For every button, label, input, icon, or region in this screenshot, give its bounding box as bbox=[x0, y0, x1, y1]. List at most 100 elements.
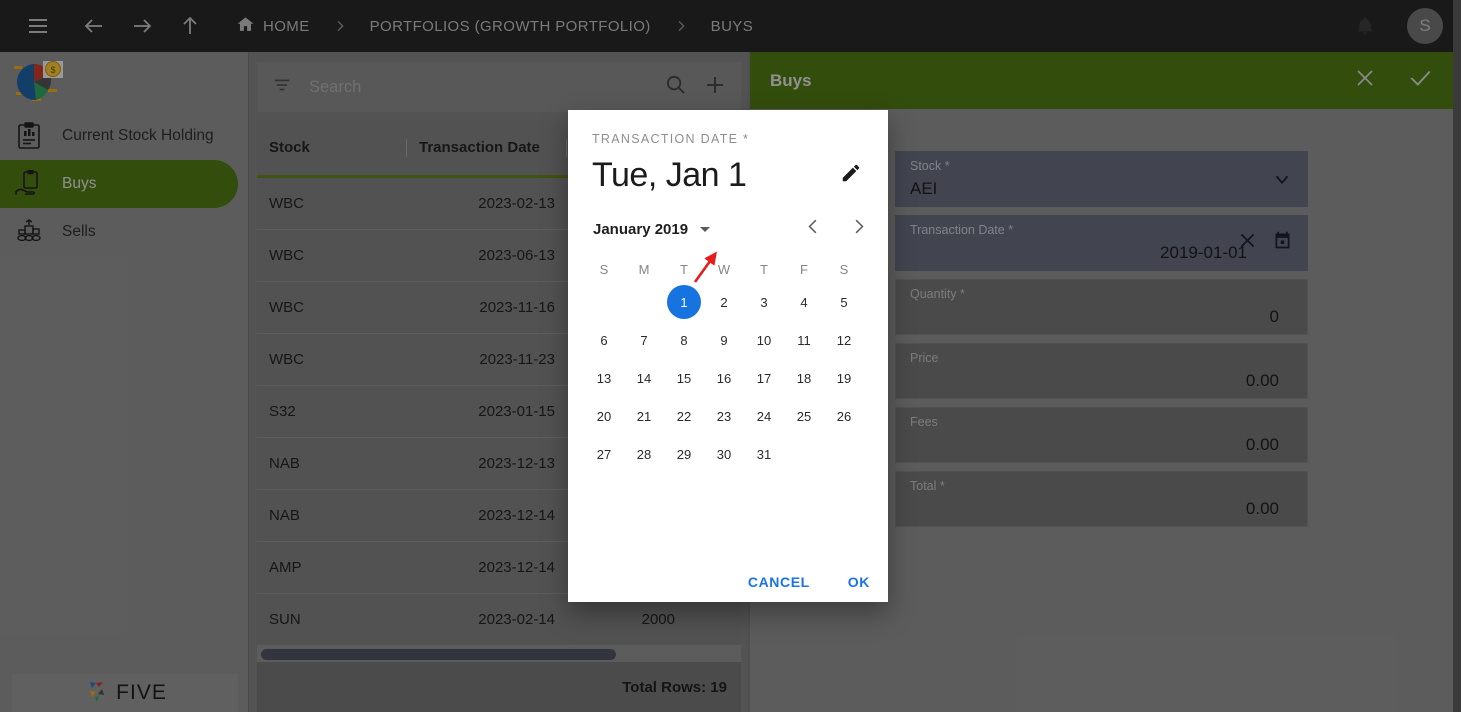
calendar-week-row: 6 7 8 9 10 11 12 bbox=[584, 321, 872, 359]
date-picker-header: TRANSACTION DATE * Tue, Jan 1 bbox=[568, 110, 888, 195]
date-picker-date-row: Tue, Jan 1 bbox=[592, 156, 866, 195]
ok-button[interactable]: OK bbox=[848, 574, 870, 590]
calendar-day[interactable]: 19 bbox=[824, 359, 864, 397]
pencil-icon[interactable] bbox=[840, 162, 862, 189]
calendar-day[interactable]: 6 bbox=[584, 321, 624, 359]
calendar-day[interactable]: 3 bbox=[744, 283, 784, 321]
day-number: 19 bbox=[836, 370, 852, 386]
calendar-week-row: 13 14 15 16 17 18 19 bbox=[584, 359, 872, 397]
calendar-day bbox=[784, 435, 824, 473]
calendar-day[interactable]: 24 bbox=[744, 397, 784, 435]
calendar-day[interactable]: 2 bbox=[704, 283, 744, 321]
day-number: 27 bbox=[596, 446, 612, 462]
day-number: 3 bbox=[760, 294, 768, 310]
calendar-day[interactable]: 27 bbox=[584, 435, 624, 473]
calendar-day[interactable]: 18 bbox=[784, 359, 824, 397]
dow-label: S bbox=[839, 261, 849, 277]
day-number: 11 bbox=[797, 332, 811, 348]
day-number bbox=[627, 285, 661, 319]
day-number: 12 bbox=[836, 332, 852, 348]
selected-date-text: Tue, Jan 1 bbox=[592, 156, 747, 194]
calendar-day[interactable]: 14 bbox=[624, 359, 664, 397]
day-number: 20 bbox=[596, 408, 612, 424]
calendar-day[interactable]: 16 bbox=[704, 359, 744, 397]
day-number: 29 bbox=[676, 446, 692, 462]
calendar-day[interactable]: 23 bbox=[704, 397, 744, 435]
day-number bbox=[587, 285, 621, 319]
cancel-button[interactable]: CANCEL bbox=[748, 574, 810, 590]
calendar-day[interactable]: 9 bbox=[704, 321, 744, 359]
calendar-nav-arrows bbox=[804, 217, 868, 241]
day-number: 30 bbox=[716, 446, 732, 462]
date-picker-title: TRANSACTION DATE * bbox=[592, 132, 750, 146]
calendar-day[interactable]: 26 bbox=[824, 397, 864, 435]
calendar-week-row: 27 28 29 30 31 bbox=[584, 435, 872, 473]
triangle-down-icon[interactable] bbox=[698, 222, 712, 236]
day-number: 21 bbox=[636, 408, 652, 424]
day-number: 1 bbox=[667, 285, 701, 319]
calendar-day[interactable]: 17 bbox=[744, 359, 784, 397]
month-year-label[interactable]: January 2019 bbox=[593, 221, 688, 238]
date-picker-dialog: TRANSACTION DATE * Tue, Jan 1 January 20… bbox=[568, 110, 888, 602]
day-number bbox=[827, 437, 861, 471]
window-right-edge bbox=[1453, 0, 1461, 712]
day-number: 4 bbox=[800, 294, 808, 310]
calendar-week-row: 20 21 22 23 24 25 26 bbox=[584, 397, 872, 435]
calendar-day[interactable]: 8 bbox=[664, 321, 704, 359]
calendar-grid: S M T W T F S 1 2 3 4 5 6 7 8 9 10 11 12… bbox=[568, 255, 888, 473]
day-number: 31 bbox=[756, 446, 772, 462]
day-number: 5 bbox=[840, 294, 848, 310]
calendar-day[interactable]: 7 bbox=[624, 321, 664, 359]
chevron-right-icon[interactable] bbox=[849, 217, 868, 241]
calendar-day[interactable]: 21 bbox=[624, 397, 664, 435]
dow-label: W bbox=[717, 261, 731, 277]
calendar-day[interactable]: 13 bbox=[584, 359, 624, 397]
dialog-actions: CANCEL OK bbox=[748, 574, 870, 590]
day-number: 24 bbox=[756, 408, 772, 424]
day-number: 6 bbox=[600, 332, 608, 348]
day-number: 17 bbox=[756, 370, 772, 386]
day-number: 8 bbox=[680, 332, 688, 348]
calendar-day[interactable]: 20 bbox=[584, 397, 624, 435]
dow-label: T bbox=[680, 261, 688, 277]
calendar-day[interactable]: 29 bbox=[664, 435, 704, 473]
calendar-day[interactable]: 10 bbox=[744, 321, 784, 359]
calendar-day[interactable]: 28 bbox=[624, 435, 664, 473]
calendar-day[interactable]: 30 bbox=[704, 435, 744, 473]
dow-label: F bbox=[800, 261, 808, 277]
day-number: 16 bbox=[716, 370, 732, 386]
calendar-day[interactable]: 25 bbox=[784, 397, 824, 435]
calendar-nav: January 2019 bbox=[568, 217, 888, 241]
day-number: 15 bbox=[676, 370, 692, 386]
day-number: 26 bbox=[836, 408, 852, 424]
chevron-left-icon[interactable] bbox=[804, 217, 823, 241]
calendar-day bbox=[824, 435, 864, 473]
calendar-day bbox=[624, 283, 664, 321]
calendar-day[interactable]: 12 bbox=[824, 321, 864, 359]
calendar-day[interactable]: 4 bbox=[784, 283, 824, 321]
day-number: 25 bbox=[796, 408, 812, 424]
calendar-day[interactable]: 22 bbox=[664, 397, 704, 435]
day-number: 18 bbox=[796, 370, 812, 386]
calendar-day[interactable]: 11 bbox=[784, 321, 824, 359]
day-number: 10 bbox=[756, 332, 772, 348]
calendar-day bbox=[584, 283, 624, 321]
calendar-week-row: 1 2 3 4 5 bbox=[584, 283, 872, 321]
calendar-day[interactable]: 15 bbox=[664, 359, 704, 397]
day-number: 23 bbox=[716, 408, 732, 424]
day-number: 13 bbox=[596, 370, 612, 386]
day-number: 22 bbox=[676, 408, 692, 424]
day-number: 14 bbox=[636, 370, 652, 386]
day-number: 2 bbox=[720, 294, 728, 310]
dow-label: M bbox=[638, 261, 650, 277]
day-number: 7 bbox=[640, 332, 648, 348]
dow-label: T bbox=[760, 261, 768, 277]
dow-label: S bbox=[599, 261, 609, 277]
calendar-day-selected[interactable]: 1 bbox=[664, 283, 704, 321]
day-number: 28 bbox=[636, 446, 652, 462]
calendar-day[interactable]: 5 bbox=[824, 283, 864, 321]
calendar-day[interactable]: 31 bbox=[744, 435, 784, 473]
calendar-dow-row: S M T W T F S bbox=[584, 255, 872, 283]
day-number bbox=[787, 437, 821, 471]
app-root: HOME PORTFOLIOS (GROWTH PORTFOLIO) BUYS … bbox=[0, 0, 1461, 712]
